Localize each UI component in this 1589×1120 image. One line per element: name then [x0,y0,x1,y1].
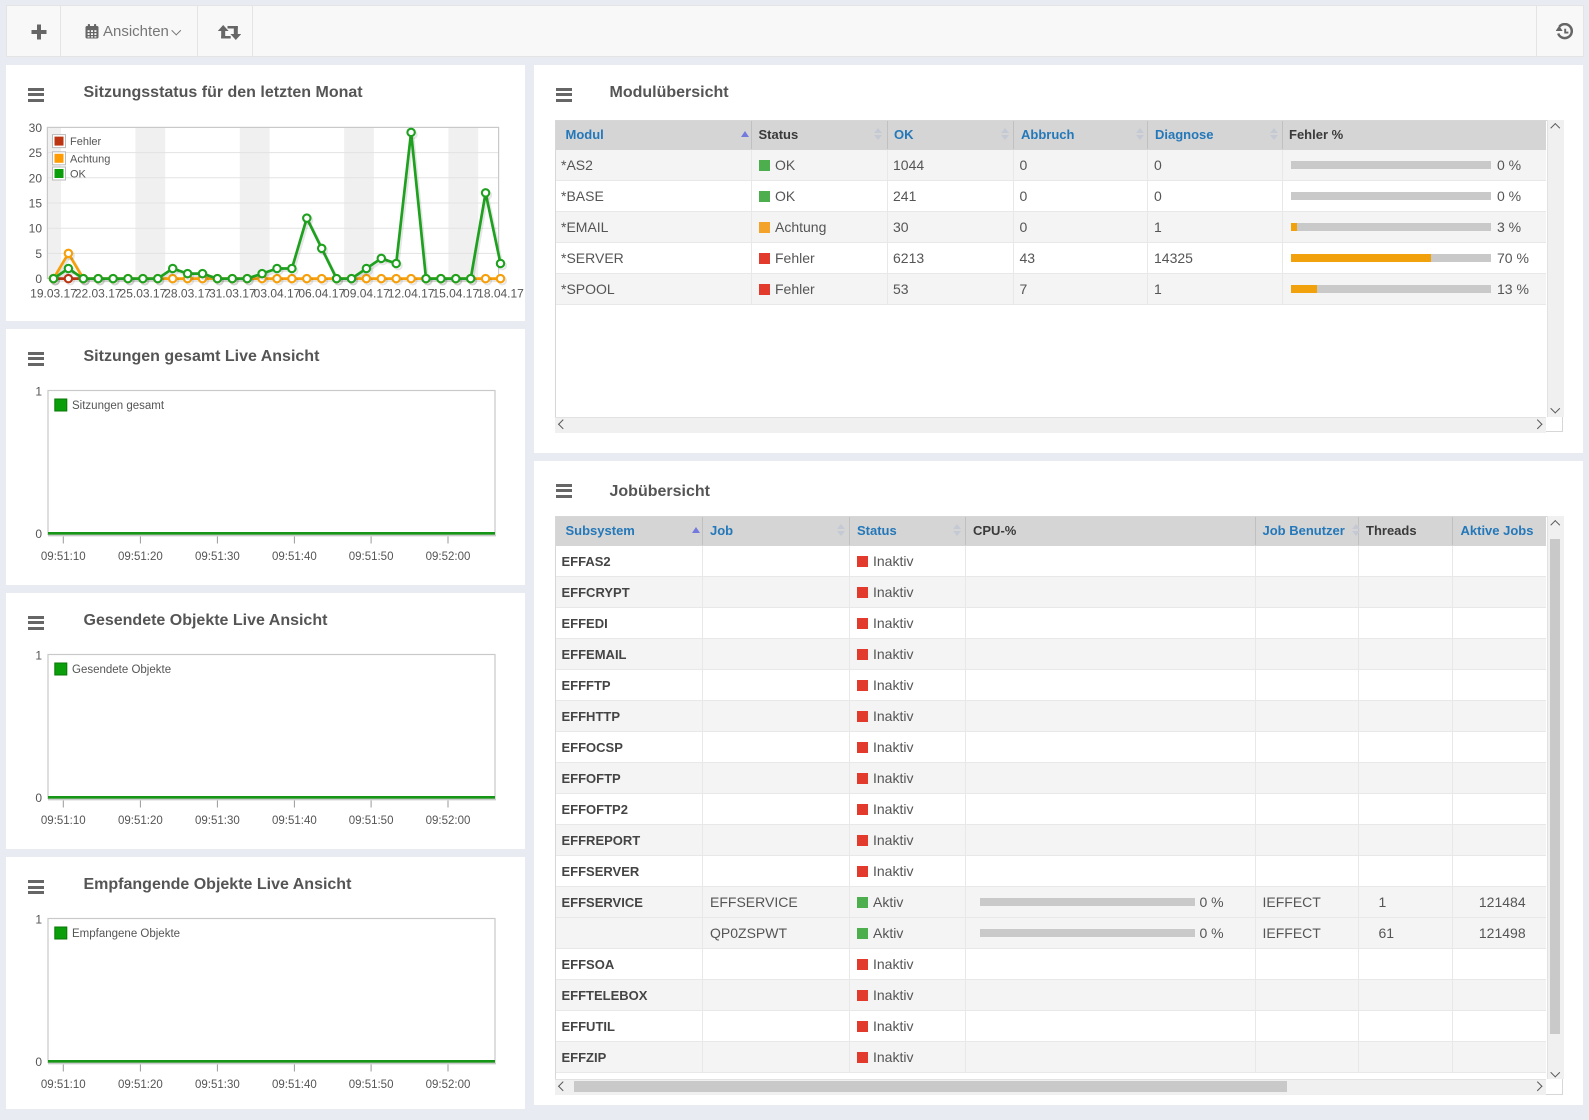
svg-text:09:51:10: 09:51:10 [40,551,85,563]
svg-text:09:51:20: 09:51:20 [118,551,163,563]
svg-text:12.04.17: 12.04.17 [387,286,434,300]
svg-text:09:51:50: 09:51:50 [348,815,393,827]
svg-text:09:51:10: 09:51:10 [40,815,85,827]
svg-text:09:51:40: 09:51:40 [272,551,317,563]
svg-text:5: 5 [35,246,42,260]
svg-text:OK: OK [70,168,87,180]
svg-text:1: 1 [35,384,42,398]
svg-text:0: 0 [35,791,42,805]
svg-text:09:51:50: 09:51:50 [348,1079,393,1091]
svg-text:18.04.17: 18.04.17 [477,286,524,300]
svg-text:09:51:20: 09:51:20 [118,815,163,827]
svg-text:09:52:00: 09:52:00 [425,1079,470,1091]
svg-text:0: 0 [35,272,42,286]
svg-text:22.03.17: 22.03.17 [74,286,121,300]
svg-text:Sitzungen gesamt: Sitzungen gesamt [72,400,165,412]
svg-text:09:52:00: 09:52:00 [425,815,470,827]
svg-text:09:51:30: 09:51:30 [195,815,240,827]
svg-text:09:51:10: 09:51:10 [40,1079,85,1091]
svg-text:19.03.17: 19.03.17 [30,286,77,300]
svg-text:09:51:30: 09:51:30 [195,1079,240,1091]
svg-text:31.03.17: 31.03.17 [208,286,255,300]
svg-text:09:51:40: 09:51:40 [272,815,317,827]
svg-text:1: 1 [35,913,42,927]
svg-text:09:51:30: 09:51:30 [195,551,240,563]
svg-text:Gesendete Objekte: Gesendete Objekte [72,664,171,676]
svg-text:25: 25 [28,146,42,160]
svg-text:30: 30 [28,120,42,134]
svg-text:09:51:50: 09:51:50 [348,551,393,563]
svg-text:25.03.17: 25.03.17 [119,286,166,300]
svg-text:09:51:20: 09:51:20 [118,1079,163,1091]
svg-text:15: 15 [28,196,42,210]
svg-text:Fehler: Fehler [70,136,102,148]
svg-text:20: 20 [28,171,42,185]
svg-text:0: 0 [35,1055,42,1069]
svg-text:09:52:00: 09:52:00 [425,551,470,563]
svg-text:10: 10 [28,221,42,235]
svg-text:09:51:40: 09:51:40 [272,1079,317,1091]
svg-text:Empfangene Objekte: Empfangene Objekte [72,928,180,940]
svg-text:15.04.17: 15.04.17 [432,286,479,300]
svg-text:Achtung: Achtung [70,153,110,165]
svg-text:0: 0 [35,527,42,541]
svg-text:28.03.17: 28.03.17 [164,286,211,300]
svg-text:1: 1 [35,648,42,662]
svg-text:03.04.17: 03.04.17 [253,286,300,300]
svg-text:06.04.17: 06.04.17 [298,286,345,300]
svg-text:09.04.17: 09.04.17 [343,286,390,300]
